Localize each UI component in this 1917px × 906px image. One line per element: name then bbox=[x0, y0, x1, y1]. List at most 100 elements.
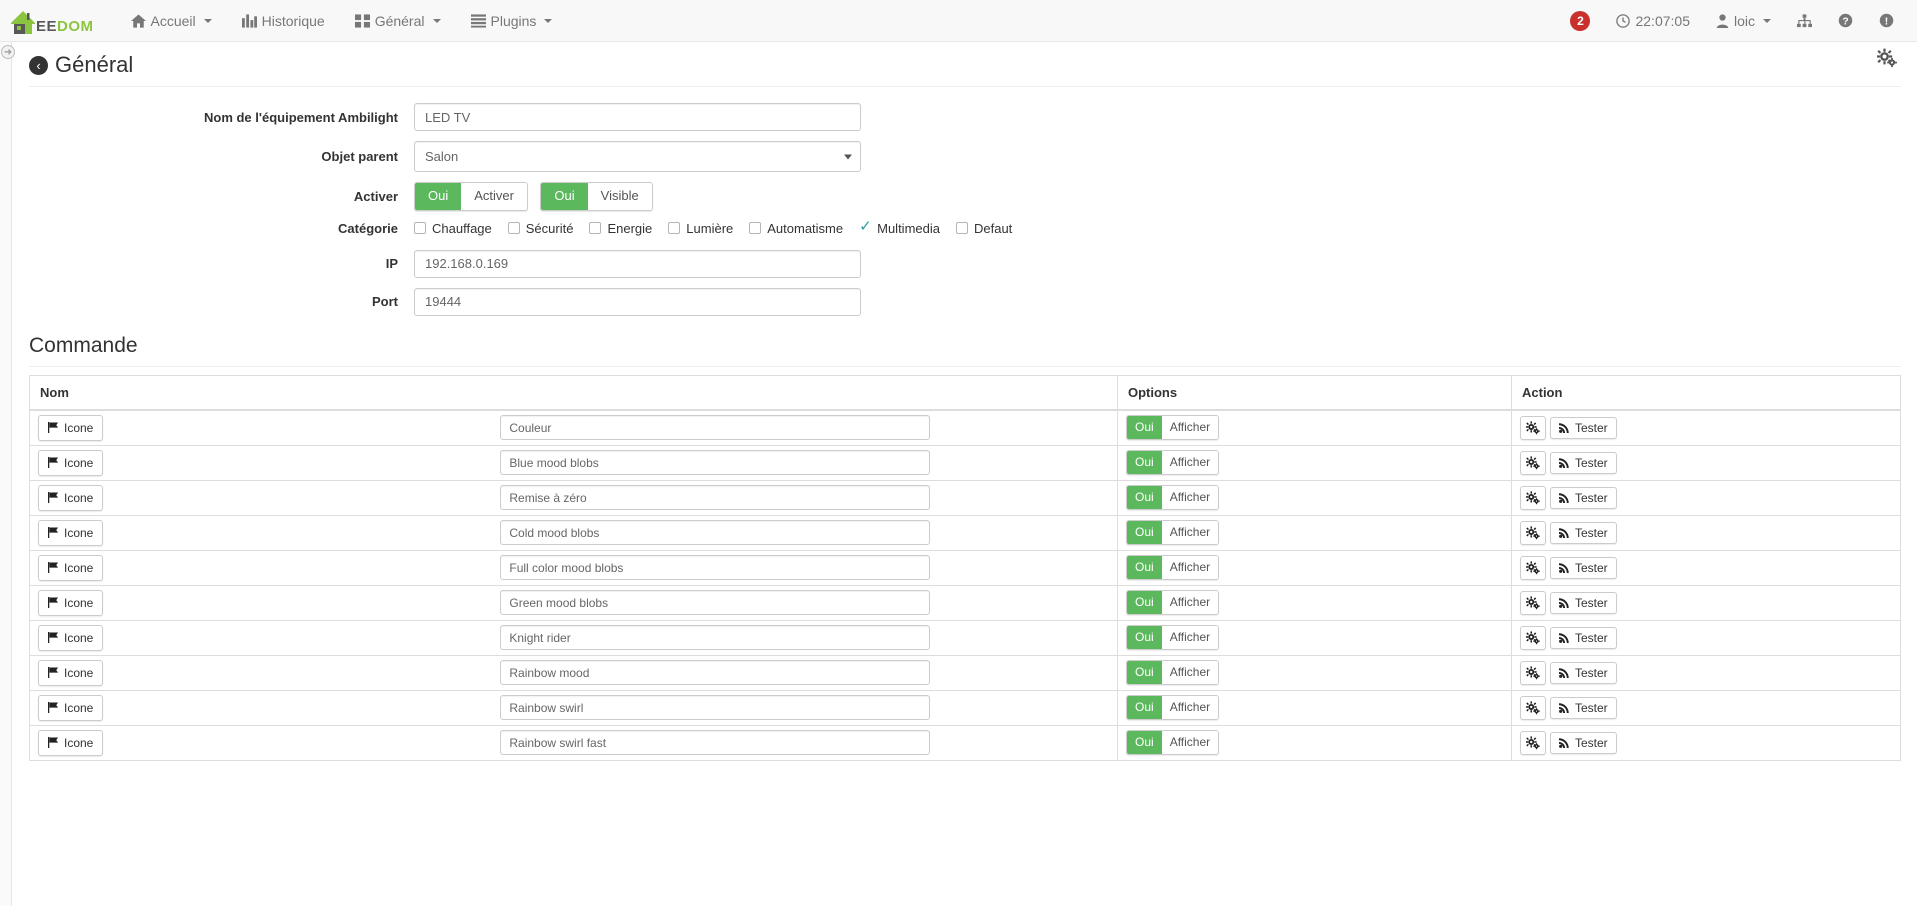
icone-button[interactable]: Icone bbox=[38, 519, 104, 546]
display-toggle-label[interactable]: Afficher bbox=[1161, 591, 1219, 615]
test-command-button[interactable]: Tester bbox=[1550, 731, 1617, 754]
category-checkbox-lumiere[interactable]: Lumière bbox=[668, 221, 733, 236]
icone-button[interactable]: Icone bbox=[38, 554, 104, 581]
display-toggle-label[interactable]: Afficher bbox=[1161, 416, 1219, 440]
configure-command-button[interactable] bbox=[1520, 695, 1546, 720]
configure-command-button[interactable] bbox=[1520, 450, 1546, 475]
command-name-input[interactable] bbox=[500, 415, 931, 441]
display-toggle-label[interactable]: Afficher bbox=[1161, 696, 1219, 720]
display-toggle-yes[interactable]: Oui bbox=[1127, 556, 1162, 580]
icone-button[interactable]: Icone bbox=[38, 449, 104, 476]
display-toggle-yes[interactable]: Oui bbox=[1127, 416, 1162, 440]
icone-button[interactable]: Icone bbox=[38, 659, 104, 686]
icone-button[interactable]: Icone bbox=[38, 624, 104, 651]
display-toggle[interactable]: Oui Afficher bbox=[1126, 485, 1220, 511]
command-name-input[interactable] bbox=[500, 450, 931, 476]
clock-display[interactable]: 22:07:05 bbox=[1603, 0, 1703, 42]
enable-toggle-label[interactable]: Activer bbox=[461, 183, 527, 210]
category-checkbox-automatisme[interactable]: Automatisme bbox=[749, 221, 843, 236]
test-command-button[interactable]: Tester bbox=[1550, 486, 1617, 509]
display-toggle[interactable]: Oui Afficher bbox=[1126, 695, 1220, 721]
display-toggle[interactable]: Oui Afficher bbox=[1126, 555, 1220, 581]
configure-command-button[interactable] bbox=[1520, 555, 1546, 580]
brand-logo[interactable]: EEDOM bbox=[0, 0, 104, 42]
display-toggle[interactable]: Oui Afficher bbox=[1126, 415, 1220, 441]
port-field[interactable] bbox=[414, 287, 861, 316]
display-toggle-yes[interactable]: Oui bbox=[1127, 451, 1162, 475]
nav-item-general[interactable]: Général bbox=[340, 0, 456, 42]
help-link[interactable]: ? bbox=[1825, 0, 1866, 42]
command-name-input[interactable] bbox=[500, 625, 931, 651]
command-name-input[interactable] bbox=[500, 590, 931, 616]
test-command-button[interactable]: Tester bbox=[1550, 696, 1617, 719]
icone-button[interactable]: Icone bbox=[38, 694, 104, 721]
parent-object-select[interactable]: Salon bbox=[414, 141, 861, 172]
nav-item-accueil[interactable]: Accueil bbox=[116, 0, 227, 42]
info-link[interactable]: ! bbox=[1866, 0, 1907, 42]
display-toggle-label[interactable]: Afficher bbox=[1161, 661, 1219, 685]
command-name-input[interactable] bbox=[500, 485, 931, 511]
display-toggle[interactable]: Oui Afficher bbox=[1126, 520, 1220, 546]
display-toggle-yes[interactable]: Oui bbox=[1127, 521, 1162, 545]
configure-command-button[interactable] bbox=[1520, 415, 1546, 440]
display-toggle[interactable]: Oui Afficher bbox=[1126, 590, 1220, 616]
icone-button[interactable]: Icone bbox=[38, 414, 104, 441]
display-toggle-label[interactable]: Afficher bbox=[1161, 451, 1219, 475]
equipment-name-field[interactable] bbox=[414, 103, 861, 131]
display-toggle-yes[interactable]: Oui bbox=[1127, 696, 1162, 720]
display-toggle[interactable]: Oui Afficher bbox=[1126, 730, 1220, 756]
configure-command-button[interactable] bbox=[1520, 590, 1546, 615]
category-checkbox-defaut[interactable]: Defaut bbox=[955, 221, 1012, 236]
display-toggle-label[interactable]: Afficher bbox=[1161, 731, 1219, 755]
display-toggle-yes[interactable]: Oui bbox=[1127, 626, 1162, 650]
configure-command-button[interactable] bbox=[1520, 660, 1546, 685]
cogs-icon[interactable] bbox=[1876, 48, 1897, 73]
command-name-input[interactable] bbox=[500, 730, 931, 756]
command-name-input[interactable] bbox=[500, 520, 931, 546]
nav-item-historique[interactable]: Historique bbox=[227, 0, 340, 42]
icone-button[interactable]: Icone bbox=[38, 729, 104, 756]
network-link[interactable] bbox=[1784, 0, 1825, 42]
category-checkbox-multimedia[interactable]: ✓ Multimedia bbox=[859, 219, 940, 236]
test-command-button[interactable]: Tester bbox=[1550, 556, 1617, 579]
test-command-button[interactable]: Tester bbox=[1550, 661, 1617, 684]
test-command-button[interactable]: Tester bbox=[1550, 591, 1617, 614]
display-toggle[interactable]: Oui Afficher bbox=[1126, 625, 1220, 651]
icone-button[interactable]: Icone bbox=[38, 589, 104, 616]
command-name-input[interactable] bbox=[500, 555, 931, 581]
configure-command-button[interactable] bbox=[1520, 730, 1546, 755]
ip-field[interactable] bbox=[414, 249, 861, 278]
display-toggle-label[interactable]: Afficher bbox=[1161, 626, 1219, 650]
visible-toggle[interactable]: Oui Visible bbox=[540, 182, 653, 211]
display-toggle[interactable]: Oui Afficher bbox=[1126, 450, 1220, 476]
test-command-button[interactable]: Tester bbox=[1550, 626, 1617, 649]
configure-command-button[interactable] bbox=[1520, 625, 1546, 650]
display-toggle[interactable]: Oui Afficher bbox=[1126, 660, 1220, 686]
enable-toggle[interactable]: Oui Activer bbox=[414, 182, 528, 211]
display-toggle-yes[interactable]: Oui bbox=[1127, 591, 1162, 615]
nav-item-plugins[interactable]: Plugins bbox=[456, 0, 568, 42]
category-checkbox-energie[interactable]: Energie bbox=[589, 221, 652, 236]
display-toggle-yes[interactable]: Oui bbox=[1127, 486, 1162, 510]
display-toggle-label[interactable]: Afficher bbox=[1161, 556, 1219, 580]
category-checkbox-chauffage[interactable]: Chauffage bbox=[414, 221, 492, 236]
display-toggle-label[interactable]: Afficher bbox=[1161, 486, 1219, 510]
test-command-button[interactable]: Tester bbox=[1550, 416, 1617, 439]
user-menu[interactable]: loic bbox=[1703, 0, 1784, 42]
category-checkbox-securite[interactable]: Sécurité bbox=[507, 221, 573, 236]
display-toggle-yes[interactable]: Oui bbox=[1127, 731, 1162, 755]
message-count-badge-link[interactable]: 2 bbox=[1557, 0, 1603, 42]
configure-command-button[interactable] bbox=[1520, 485, 1546, 510]
command-name-input[interactable] bbox=[500, 695, 931, 721]
display-toggle-yes[interactable]: Oui bbox=[1127, 661, 1162, 685]
enable-toggle-yes[interactable]: Oui bbox=[415, 183, 462, 210]
display-toggle-label[interactable]: Afficher bbox=[1161, 521, 1219, 545]
arrow-circle-left-icon[interactable]: ‹ bbox=[29, 55, 48, 75]
configure-command-button[interactable] bbox=[1520, 520, 1546, 545]
test-command-button[interactable]: Tester bbox=[1550, 521, 1617, 544]
visible-toggle-yes[interactable]: Oui bbox=[541, 183, 588, 210]
visible-toggle-label[interactable]: Visible bbox=[587, 183, 652, 210]
icone-button[interactable]: Icone bbox=[38, 484, 104, 511]
command-name-input[interactable] bbox=[500, 660, 931, 686]
test-command-button[interactable]: Tester bbox=[1550, 451, 1617, 474]
